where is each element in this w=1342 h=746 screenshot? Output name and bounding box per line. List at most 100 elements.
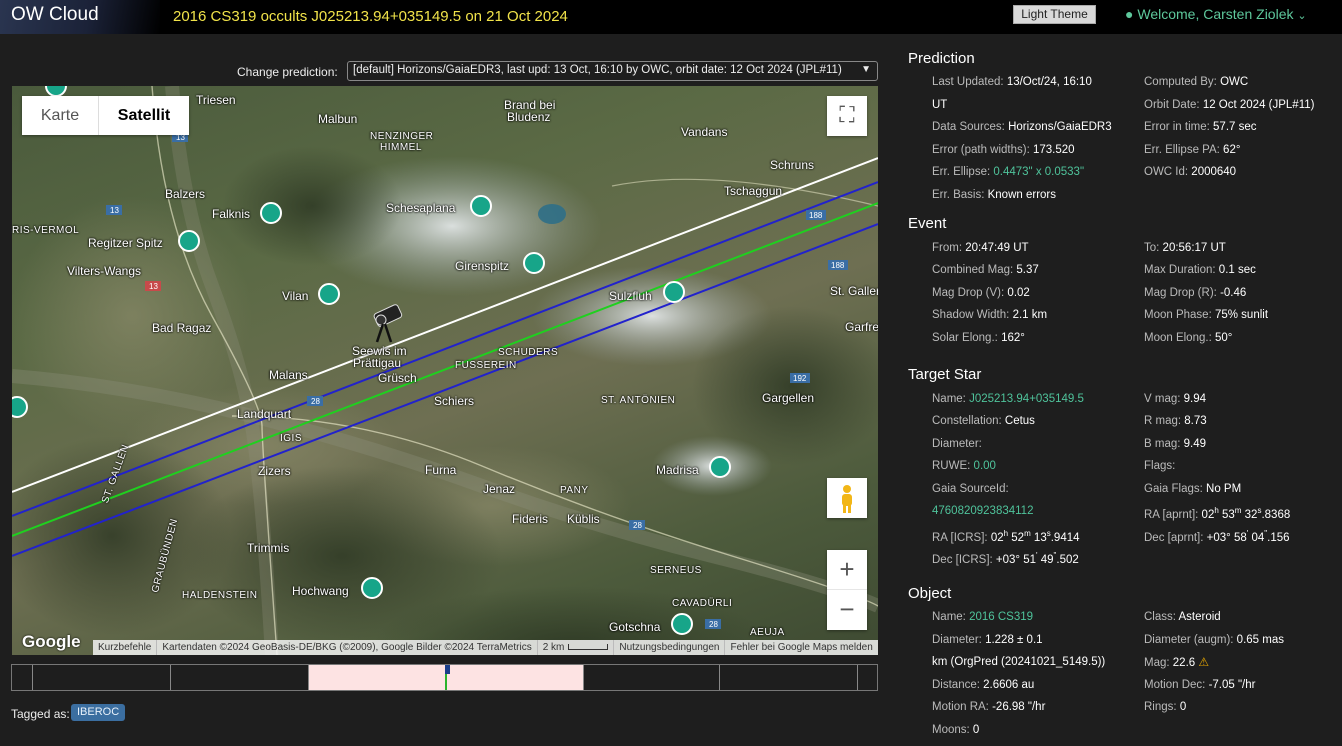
terms-link[interactable]: Nutzungsbedingungen xyxy=(613,640,724,655)
tag-badge[interactable]: IBEROC xyxy=(71,704,126,721)
mag-label: Mag: xyxy=(1144,657,1170,669)
timeline-tick xyxy=(857,665,858,690)
svg-text:28: 28 xyxy=(633,521,642,530)
event-timeline[interactable] xyxy=(11,664,878,691)
fullscreen-button[interactable]: ⛶ xyxy=(827,96,867,136)
dec-icrs-value: +03° 51' 49".502 xyxy=(995,551,1079,566)
error-widths-row: Error (path widths): 173.520 xyxy=(932,143,1075,157)
app-logo[interactable]: OW Cloud xyxy=(0,0,160,34)
star-name-label: Name: xyxy=(932,393,966,405)
ra-aprnt-label: RA [aprnt]: xyxy=(1144,508,1199,521)
shadow-width-label: Shadow Width: xyxy=(932,309,1010,321)
scale-bar xyxy=(568,644,609,651)
motion-ra-value: -26.98 "/hr xyxy=(992,701,1046,713)
ra-icrs-label: RA [ICRS]: xyxy=(932,531,988,544)
last-updated-unit-row: UT xyxy=(932,98,947,112)
light-theme-button[interactable]: Light Theme xyxy=(1013,5,1096,24)
keyboard-shortcuts-link[interactable]: Kurzbefehle xyxy=(93,640,156,655)
peak-marker[interactable] xyxy=(361,577,383,599)
peak-marker[interactable] xyxy=(523,252,545,274)
from-value: 20:47:49 UT xyxy=(965,242,1029,254)
report-error-link[interactable]: Fehler bei Google Maps melden xyxy=(724,640,877,655)
place-label: Malans xyxy=(269,368,308,382)
place-label: Schiers xyxy=(434,394,475,408)
star-name-row: Name: J025213.94+035149.5 xyxy=(932,392,1084,406)
place-label: Zizers xyxy=(258,464,291,478)
mag-drop-r-value: -0.46 xyxy=(1220,287,1247,299)
peak-marker[interactable] xyxy=(45,86,67,97)
last-updated-label: Last Updated: xyxy=(932,76,1004,88)
svg-text:188: 188 xyxy=(809,211,823,220)
gaia-flags-value: No PM xyxy=(1206,483,1242,495)
telescope-icon[interactable] xyxy=(373,304,403,343)
peak-marker[interactable] xyxy=(178,230,200,252)
b-mag-value: 9.49 xyxy=(1183,438,1207,450)
timeline-handle[interactable] xyxy=(445,665,450,674)
place-label: Garfre xyxy=(845,320,878,334)
class-label: Class: xyxy=(1144,611,1176,623)
ruwe-label: RUWE: xyxy=(932,460,971,472)
top-bar: OW Cloud 2016 CS319 occults J025213.94+0… xyxy=(0,0,1342,34)
peak-marker[interactable] xyxy=(260,202,282,224)
peak-marker[interactable] xyxy=(663,281,685,303)
svg-text:13: 13 xyxy=(149,282,158,291)
moons-label: Moons: xyxy=(932,724,970,736)
place-label: Hochwang xyxy=(292,584,349,598)
peak-marker[interactable] xyxy=(12,396,28,418)
street-view-button[interactable] xyxy=(827,478,867,518)
peak-marker[interactable] xyxy=(470,195,492,217)
place-label: Gargellen xyxy=(762,391,815,405)
err-ellipse-link[interactable]: 0.4473" x 0.0533" xyxy=(993,166,1084,178)
map-type-satellite-button[interactable]: Satellit xyxy=(99,96,189,135)
peak-marker[interactable] xyxy=(709,456,731,478)
dec-icrs-label: Dec [ICRS]: xyxy=(932,553,993,566)
constellation-label: Constellation: xyxy=(932,415,1002,427)
moon-elong-value: 50° xyxy=(1214,332,1233,344)
err-basis-row: Err. Basis: Known errors xyxy=(932,188,1056,202)
map-type-karte-button[interactable]: Karte xyxy=(22,96,99,135)
from-row: From: 20:47:49 UT xyxy=(932,241,1029,255)
moons-row: Moons: 0 xyxy=(932,723,979,737)
object-name-link[interactable]: 2016 CS319 xyxy=(969,611,1033,623)
object-diameter-value: 1.228 ± 0.1 xyxy=(985,634,1043,646)
place-label: Girenspitz xyxy=(455,259,510,273)
mag-drop-v-row: Mag Drop (V): 0.02 xyxy=(932,286,1030,300)
err-pa-label: Err. Ellipse PA: xyxy=(1144,144,1220,156)
ruwe-link[interactable]: 0.00 xyxy=(974,460,996,472)
peak-marker[interactable] xyxy=(671,613,693,635)
peak-marker[interactable] xyxy=(318,283,340,305)
place-label: Regitzer Spitz xyxy=(88,236,163,250)
mag-value: 22.6 xyxy=(1172,657,1196,669)
motion-ra-label: Motion RA: xyxy=(932,701,989,713)
place-label: Trimmis xyxy=(247,541,290,555)
map-scale[interactable]: 2 km xyxy=(536,640,614,655)
star-name-link[interactable]: J025213.94+035149.5 xyxy=(969,393,1084,405)
gaia-source-link[interactable]: 4760820923834112 xyxy=(932,505,1033,517)
prediction-section-title: Prediction xyxy=(908,50,975,67)
distance-value: 2.6606 au xyxy=(983,679,1035,691)
object-diameter-label: Diameter: xyxy=(932,634,982,646)
v-mag-row: V mag: 9.94 xyxy=(1144,392,1206,406)
v-mag-label: V mag: xyxy=(1144,393,1181,405)
mag-drop-r-row: Mag Drop (R): -0.46 xyxy=(1144,286,1246,300)
error-time-label: Error in time: xyxy=(1144,121,1210,133)
svg-text:28: 28 xyxy=(709,620,718,629)
timeline-tick xyxy=(719,665,720,690)
owc-id-row: OWC Id: 2000640 xyxy=(1144,165,1236,179)
place-label: Furna xyxy=(425,463,457,477)
user-menu[interactable]: ● Welcome, Carsten Ziolek ⌄ xyxy=(1125,6,1307,22)
moon-phase-row: Moon Phase: 75% sunlit xyxy=(1144,308,1268,322)
err-ellipse-row: Err. Ellipse: 0.4473" x 0.0533" xyxy=(932,165,1084,179)
place-label: Prättigau xyxy=(353,356,402,370)
max-duration-value: 0.1 sec xyxy=(1218,264,1256,276)
place-label: Sulzfluh xyxy=(609,289,652,303)
zoom-in-button[interactable]: + xyxy=(827,550,867,590)
zoom-out-button[interactable]: − xyxy=(827,590,867,630)
map-canvas[interactable]: 13 13 13 188 188 192 28 28 28 xyxy=(12,86,878,655)
dec-icrs-row: Dec [ICRS]: +03° 51' 49".502 xyxy=(932,549,1079,567)
satellite-map[interactable]: 13 13 13 188 188 192 28 28 28 Triesen Ma… xyxy=(12,86,878,655)
prediction-select[interactable]: [default] Horizons/GaiaEDR3, last upd: 1… xyxy=(347,61,878,81)
welcome-text: Welcome, Carsten Ziolek xyxy=(1137,6,1294,22)
b-mag-label: B mag: xyxy=(1144,438,1181,450)
place-label: HIMMEL xyxy=(380,142,422,153)
